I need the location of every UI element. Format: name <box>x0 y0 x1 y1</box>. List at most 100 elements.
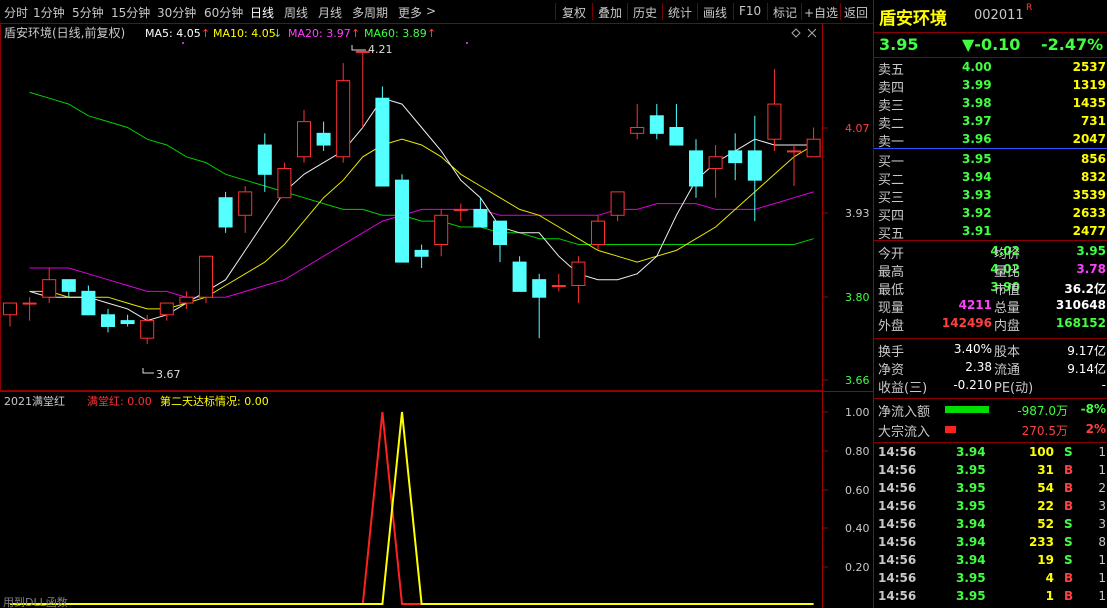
candle-body[interactable] <box>375 97 390 187</box>
bid-volume: 2477 <box>1072 224 1106 238</box>
candle-body[interactable] <box>649 115 664 134</box>
candle-body[interactable] <box>551 285 566 288</box>
stat-value: 4211 <box>958 298 992 312</box>
candle-body[interactable] <box>297 121 311 158</box>
candle-body[interactable] <box>532 279 547 298</box>
candle-body[interactable] <box>414 249 429 257</box>
candle-body[interactable] <box>140 320 155 339</box>
candle-body[interactable] <box>728 150 743 164</box>
candle-body[interactable] <box>179 296 194 304</box>
candle-body[interactable] <box>316 132 331 146</box>
tick-count: 3 <box>1098 499 1106 513</box>
candle-body[interactable] <box>453 208 468 211</box>
flow-value: -987.0万 <box>1017 404 1068 418</box>
period-tab-15min[interactable]: 15分钟 <box>111 4 150 21</box>
back-button[interactable]: 返回 <box>844 4 868 21</box>
flow-pct: -8% <box>1080 402 1106 416</box>
tick-time: 14:56 <box>878 463 917 477</box>
candle-body[interactable] <box>22 302 37 305</box>
candle-body[interactable] <box>81 290 96 316</box>
price-axis-labels: 4.07 3.93 3.80 3.66 <box>822 122 870 387</box>
candle-body[interactable] <box>238 191 253 216</box>
tick-price: 3.94 <box>956 535 986 549</box>
period-tab-multi[interactable]: 多周期 <box>352 4 388 21</box>
ask-level-label: 卖二 <box>878 117 905 132</box>
candle-body[interactable] <box>3 302 17 316</box>
bid-price[interactable]: 3.94 <box>962 170 992 184</box>
history-button[interactable]: 历史 <box>633 4 657 21</box>
bid-price[interactable]: 3.91 <box>962 224 992 238</box>
ask-price[interactable]: 3.96 <box>962 132 992 146</box>
period-tab-weekly[interactable]: 周线 <box>284 4 308 21</box>
add-watchlist-button[interactable]: +自选 <box>804 4 838 21</box>
candle-body[interactable] <box>512 261 527 292</box>
statistics-button[interactable]: 统计 <box>668 4 692 21</box>
candle-body[interactable] <box>199 255 213 298</box>
period-tab-5min[interactable]: 5分钟 <box>72 4 104 21</box>
bid-level-label: 买二 <box>878 173 905 188</box>
candle-body[interactable] <box>591 220 605 246</box>
last-price: 3.95 <box>879 35 919 54</box>
kline-chart-area[interactable]: 盾安环境(日线,前复权) MA5: 4.05 ↑ MA10: 4.05 ↓ MA… <box>0 23 873 608</box>
candle-body[interactable] <box>610 191 625 216</box>
period-tab-30min[interactable]: 30分钟 <box>157 4 196 21</box>
period-tab-1min[interactable]: 1分钟 <box>33 4 65 21</box>
tick-side: S <box>1064 517 1073 531</box>
candle-body[interactable] <box>336 80 351 158</box>
candle-body[interactable] <box>689 150 703 187</box>
bid-level-label: 买三 <box>878 191 905 206</box>
bid-price[interactable]: 3.93 <box>962 188 992 202</box>
f10-button[interactable]: F10 <box>739 4 761 18</box>
ask-level-label: 卖三 <box>878 99 905 114</box>
candle-body[interactable] <box>257 144 272 175</box>
stat-label: 市值 <box>994 283 1021 298</box>
tick-volume: 4 <box>1045 571 1054 585</box>
candle-body[interactable] <box>395 179 409 263</box>
candle-body[interactable] <box>806 138 821 158</box>
candle-body[interactable] <box>571 261 586 287</box>
toolbar-divider <box>627 3 628 20</box>
ask-price[interactable]: 4.00 <box>962 60 992 74</box>
restore-rights-button[interactable]: 复权 <box>562 4 586 21</box>
candle-body[interactable] <box>277 167 292 199</box>
bid-price[interactable]: 3.92 <box>962 206 992 220</box>
period-tab-60min[interactable]: 60分钟 <box>204 4 243 21</box>
period-tab-daily[interactable]: 日线 <box>250 4 274 21</box>
candle-body[interactable] <box>42 279 57 298</box>
candle-body[interactable] <box>473 208 488 228</box>
overlay-button[interactable]: 叠加 <box>598 4 622 21</box>
tick-time: 14:56 <box>878 571 917 585</box>
period-tab-monthly[interactable]: 月线 <box>318 4 342 21</box>
candle-body[interactable] <box>159 302 174 316</box>
mark-button[interactable]: 标记 <box>773 4 797 21</box>
next-day-label: 第二天达标情况: 0.00 <box>160 394 269 408</box>
candle-body[interactable] <box>61 279 76 292</box>
ask-volume: 2537 <box>1072 60 1106 74</box>
diamond-icon[interactable] <box>791 28 801 38</box>
candle-body[interactable] <box>120 320 135 325</box>
bid-price[interactable]: 3.95 <box>962 152 992 166</box>
tick-price: 3.95 <box>956 481 986 495</box>
draw-line-button[interactable]: 画线 <box>703 4 727 21</box>
period-toolbar: 分时 1分钟 5分钟 15分钟 30分钟 60分钟 日线 周线 月线 多周期 更… <box>0 0 873 24</box>
period-tab-more[interactable]: 更多 <box>398 4 422 21</box>
candle-body[interactable] <box>434 214 449 246</box>
ask-price[interactable]: 3.97 <box>962 114 992 128</box>
candle-body[interactable] <box>101 314 115 327</box>
tick-count: 3 <box>1098 517 1106 531</box>
tick-time: 14:56 <box>878 553 917 567</box>
candle-body[interactable] <box>493 220 507 246</box>
candle-body[interactable] <box>708 156 723 169</box>
candle-body[interactable] <box>630 126 645 134</box>
period-tab-minute[interactable]: 分时 <box>4 4 28 21</box>
candle-body[interactable] <box>747 150 762 181</box>
ask-price[interactable]: 3.98 <box>962 96 992 110</box>
candle-body[interactable] <box>669 126 684 146</box>
ask-price[interactable]: 3.99 <box>962 78 992 92</box>
candle-body[interactable] <box>218 197 233 228</box>
toolbar-divider <box>662 3 663 20</box>
candle-body[interactable] <box>767 103 782 140</box>
close-icon[interactable] <box>807 28 817 38</box>
candle-body[interactable] <box>787 150 801 153</box>
more-arrow-icon[interactable]: > <box>426 4 436 18</box>
